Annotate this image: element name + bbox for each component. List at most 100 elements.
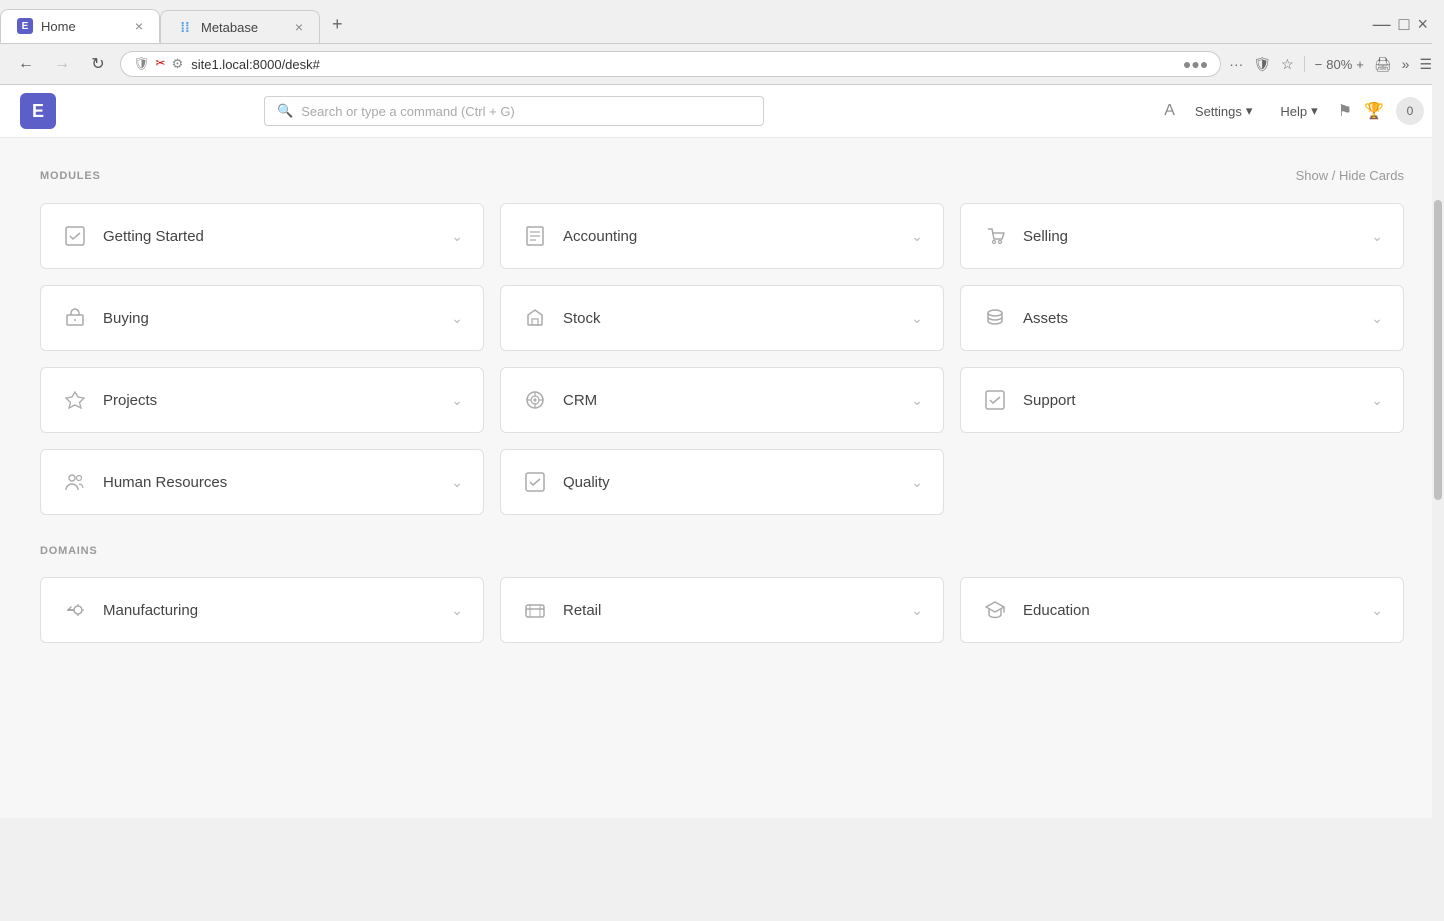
- retail-chevron-icon: ⌄: [911, 602, 923, 619]
- app-wrapper: E 🔍 Search or type a command (Ctrl + G) …: [0, 85, 1444, 818]
- nav-bar: ← → ↻ 🛡 ✂ ⚙ site1.local:8000/desk# ●●● ·…: [0, 43, 1444, 84]
- domains-label: DOMAINS: [40, 545, 98, 557]
- module-card-manufacturing[interactable]: Manufacturing ⌄: [40, 577, 484, 643]
- module-card-assets[interactable]: Assets ⌄: [960, 285, 1404, 351]
- education-chevron-icon: ⌄: [1371, 602, 1383, 619]
- card-left: CRM: [521, 386, 597, 414]
- support-chevron-icon: ⌄: [1371, 392, 1383, 409]
- assets-icon: [981, 304, 1009, 332]
- help-chevron-icon: ▾: [1311, 103, 1318, 119]
- card-left: Selling: [981, 222, 1068, 250]
- stock-label: Stock: [563, 310, 601, 327]
- settings-button[interactable]: Settings ▾: [1187, 99, 1261, 123]
- tab-metabase[interactable]: ⁞⁞ Metabase ×: [160, 10, 320, 43]
- domains-section-header: DOMAINS: [40, 545, 1404, 557]
- nav-extra-controls: ··· 🛡 ☆ − 80% + 🖨 » ☰: [1229, 56, 1432, 73]
- module-card-buying[interactable]: Buying ⌄: [40, 285, 484, 351]
- education-icon: [981, 596, 1009, 624]
- human-resources-icon: [61, 468, 89, 496]
- reload-button[interactable]: ↻: [84, 50, 112, 78]
- modules-grid: Getting Started ⌄ Accounting: [40, 203, 1404, 515]
- card-left: Assets: [981, 304, 1068, 332]
- crm-chevron-icon: ⌄: [911, 392, 923, 409]
- stock-chevron-icon: ⌄: [911, 310, 923, 327]
- app-logo[interactable]: E: [20, 93, 56, 129]
- selling-chevron-icon: ⌄: [1371, 228, 1383, 245]
- projects-label: Projects: [103, 392, 157, 409]
- education-label: Education: [1023, 602, 1090, 619]
- print-icon[interactable]: 🖨: [1374, 56, 1392, 73]
- zoom-level: 80%: [1326, 57, 1352, 72]
- modules-section-header: MODULES Show / Hide Cards: [40, 168, 1404, 183]
- assets-label: Assets: [1023, 310, 1068, 327]
- address-security-icons: 🛡 ✂ ⚙: [133, 56, 183, 72]
- getting-started-label: Getting Started: [103, 228, 204, 245]
- app-header: E 🔍 Search or type a command (Ctrl + G) …: [0, 85, 1444, 138]
- crm-icon: [521, 386, 549, 414]
- close-button[interactable]: ×: [1417, 14, 1428, 35]
- module-card-accounting[interactable]: Accounting ⌄: [500, 203, 944, 269]
- trophy-icon[interactable]: 🏆: [1364, 101, 1384, 121]
- projects-icon: [61, 386, 89, 414]
- module-card-selling[interactable]: Selling ⌄: [960, 203, 1404, 269]
- module-card-stock[interactable]: Stock ⌄: [500, 285, 944, 351]
- module-card-projects[interactable]: Projects ⌄: [40, 367, 484, 433]
- shield-addon-icon: 🛡: [1253, 56, 1271, 73]
- module-card-quality[interactable]: Quality ⌄: [500, 449, 944, 515]
- module-card-crm[interactable]: CRM ⌄: [500, 367, 944, 433]
- selling-icon: [981, 222, 1009, 250]
- hamburger-menu[interactable]: ☰: [1419, 56, 1432, 73]
- module-card-support[interactable]: Support ⌄: [960, 367, 1404, 433]
- new-tab-button[interactable]: +: [320, 6, 355, 43]
- support-icon: [981, 386, 1009, 414]
- module-card-retail[interactable]: Retail ⌄: [500, 577, 944, 643]
- card-left: Projects: [61, 386, 157, 414]
- tab-home-close[interactable]: ×: [135, 18, 143, 34]
- stock-icon: [521, 304, 549, 332]
- tab-home-icon: E: [17, 18, 33, 34]
- settings-chevron-icon: ▾: [1246, 103, 1253, 119]
- notification-flag-icon[interactable]: ⚑: [1338, 101, 1352, 121]
- forward-button[interactable]: →: [48, 50, 76, 78]
- manufacturing-chevron-icon: ⌄: [451, 602, 463, 619]
- zoom-increase-button[interactable]: +: [1356, 57, 1364, 72]
- browser-chrome: E Home × ⁞⁞ Metabase × + — □ × ← → ↻ 🛡 ✂…: [0, 0, 1444, 85]
- quality-icon: [521, 468, 549, 496]
- help-button[interactable]: Help ▾: [1272, 99, 1325, 123]
- scrollbar-track: [1432, 0, 1444, 921]
- buying-icon: [61, 304, 89, 332]
- address-bar[interactable]: 🛡 ✂ ⚙ site1.local:8000/desk# ●●●: [120, 51, 1221, 77]
- restore-button[interactable]: □: [1399, 14, 1410, 35]
- main-content: MODULES Show / Hide Cards Getting Starte…: [0, 138, 1444, 818]
- extensions-icon[interactable]: »: [1402, 56, 1410, 72]
- card-left: Support: [981, 386, 1076, 414]
- show-hide-cards-button[interactable]: Show / Hide Cards: [1296, 168, 1404, 183]
- getting-started-chevron-icon: ⌄: [451, 228, 463, 245]
- zoom-decrease-button[interactable]: −: [1315, 57, 1323, 72]
- app-search-bar[interactable]: 🔍 Search or type a command (Ctrl + G): [264, 96, 764, 126]
- address-text: site1.local:8000/desk#: [191, 57, 1175, 72]
- tab-bar: E Home × ⁞⁞ Metabase × + — □ ×: [0, 0, 1444, 43]
- settings-icon: ⚙: [172, 56, 184, 72]
- card-left: Manufacturing: [61, 596, 198, 624]
- minimize-button[interactable]: —: [1373, 14, 1391, 35]
- getting-started-icon: [61, 222, 89, 250]
- human-resources-chevron-icon: ⌄: [451, 474, 463, 491]
- card-left: Quality: [521, 468, 610, 496]
- tab-home[interactable]: E Home ×: [0, 9, 160, 43]
- scrollbar-thumb[interactable]: [1434, 200, 1442, 500]
- address-search-icon: ●●●: [1183, 56, 1208, 72]
- tab-metabase-close[interactable]: ×: [295, 19, 303, 35]
- tab-metabase-icon: ⁞⁞: [177, 19, 193, 35]
- back-button[interactable]: ←: [12, 50, 40, 78]
- user-badge[interactable]: 0: [1396, 97, 1424, 125]
- card-left: Getting Started: [61, 222, 204, 250]
- module-card-human-resources[interactable]: Human Resources ⌄: [40, 449, 484, 515]
- module-card-getting-started[interactable]: Getting Started ⌄: [40, 203, 484, 269]
- help-label: Help: [1280, 104, 1307, 119]
- accounting-label: Accounting: [563, 228, 637, 245]
- search-icon: 🔍: [277, 103, 293, 119]
- assets-chevron-icon: ⌄: [1371, 310, 1383, 327]
- more-options-button[interactable]: ···: [1229, 56, 1243, 72]
- module-card-education[interactable]: Education ⌄: [960, 577, 1404, 643]
